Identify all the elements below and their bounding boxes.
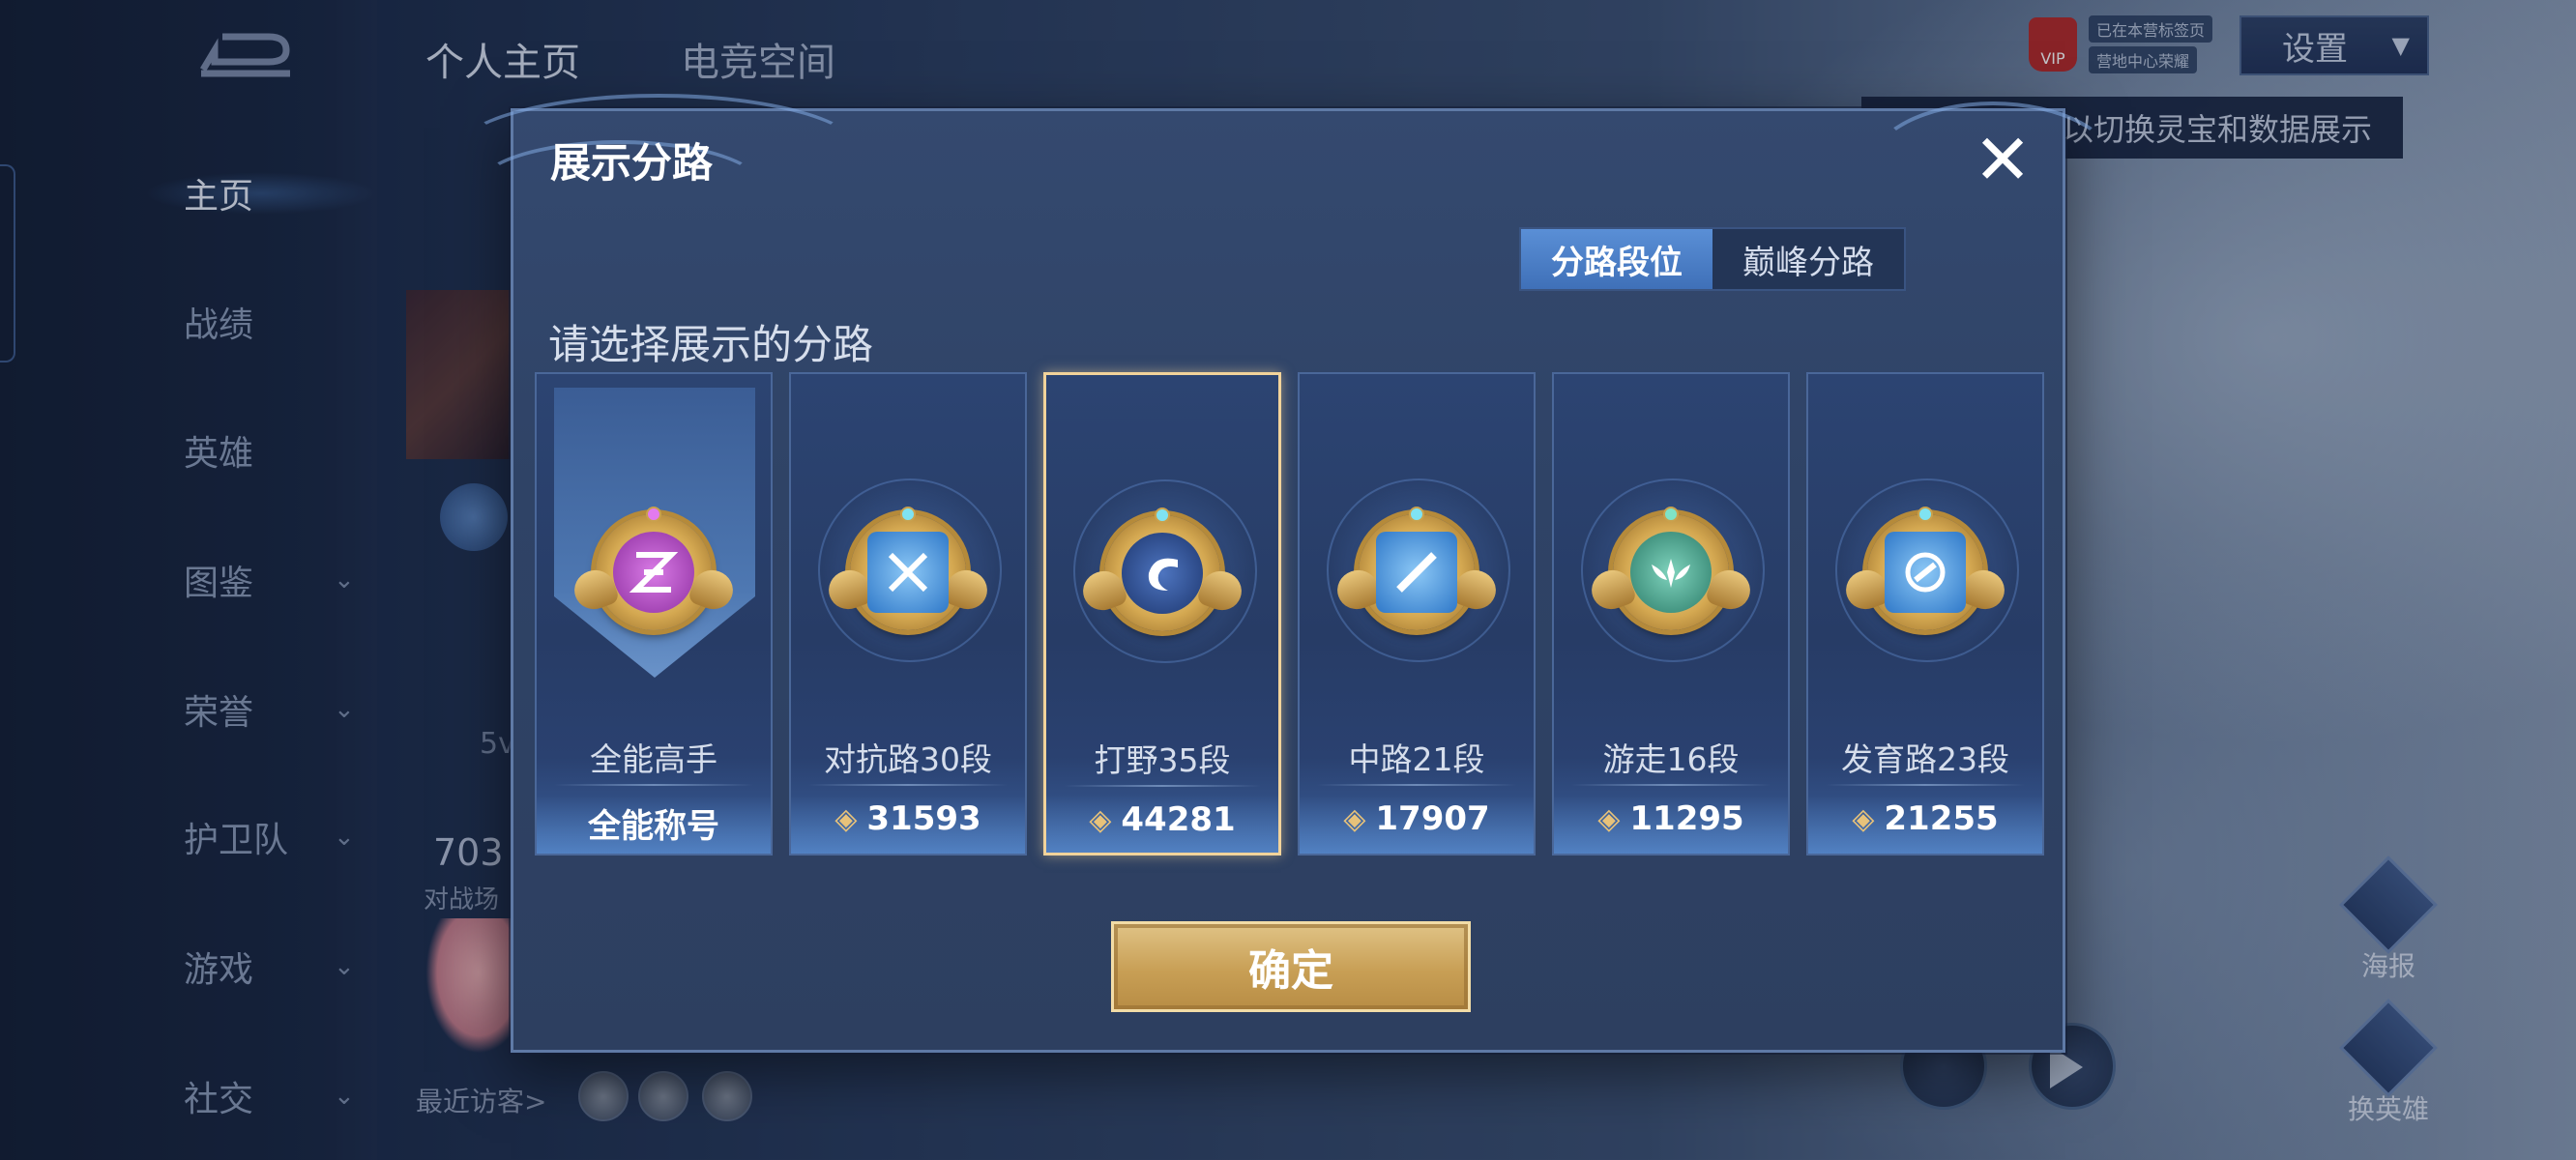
emblem-core bbox=[613, 532, 694, 613]
lane-type-toggle: 分路段位 巅峰分路 bbox=[1519, 227, 1906, 291]
jungle-dragon-emblem-icon bbox=[1077, 508, 1247, 631]
emblem-gem bbox=[646, 507, 661, 522]
lane-label: 全能高手 bbox=[590, 740, 717, 778]
select-lane-prompt: 请选择展示的分路 bbox=[548, 321, 874, 368]
close-icon[interactable]: ✕ bbox=[1966, 123, 2039, 196]
lane-score-value: 21255 bbox=[1884, 799, 1999, 838]
lane-score: ◈ 11295 bbox=[1554, 799, 1788, 838]
lane-card-all-round[interactable]: 全能高手 全能称号 bbox=[535, 372, 773, 856]
diagonal-slash-icon bbox=[1396, 552, 1437, 593]
farm-lane-emblem-icon bbox=[1840, 507, 2010, 630]
confirm-button[interactable]: 确定 bbox=[1111, 921, 1471, 1012]
points-icon: ◈ bbox=[834, 801, 858, 836]
points-icon: ◈ bbox=[1343, 801, 1366, 836]
emblem-gem bbox=[1155, 508, 1170, 523]
lane-card-mid[interactable]: 中路21段 ◈ 17907 bbox=[1298, 372, 1536, 856]
lane-score: ◈ 21255 bbox=[1808, 799, 2042, 838]
points-icon: ◈ bbox=[1597, 801, 1621, 836]
crossed-swords-icon bbox=[888, 552, 928, 593]
lane-score-value: 44281 bbox=[1121, 800, 1236, 839]
lane-label: 对抗路30段 bbox=[824, 740, 992, 778]
lane-label: 游走16段 bbox=[1602, 740, 1740, 778]
card-divider bbox=[1064, 785, 1261, 787]
lane-card-roam[interactable]: 游走16段 ◈ 11295 bbox=[1552, 372, 1790, 856]
card-divider bbox=[808, 784, 1008, 786]
wings-icon bbox=[1652, 559, 1690, 588]
lane-title-value: 全能称号 bbox=[588, 807, 719, 846]
mid-lane-emblem-icon bbox=[1332, 507, 1502, 630]
points-icon: ◈ bbox=[1852, 801, 1875, 836]
card-divider bbox=[1571, 784, 1771, 786]
card-divider bbox=[554, 784, 753, 786]
all-round-symbol-icon bbox=[629, 552, 679, 593]
dialog-title: 展示分路 bbox=[550, 139, 714, 187]
emblem-core bbox=[1376, 532, 1457, 613]
toggle-peak-lane[interactable]: 巅峰分路 bbox=[1712, 229, 1904, 289]
emblem-core bbox=[1122, 533, 1203, 614]
clash-lane-emblem-icon bbox=[823, 507, 993, 630]
lane-score: ◈ 17907 bbox=[1300, 799, 1534, 838]
lane-score: 全能称号 bbox=[537, 799, 771, 847]
lane-score-value: 31593 bbox=[866, 799, 981, 838]
lane-label: 打野35段 bbox=[1094, 741, 1231, 779]
roam-wings-emblem-icon bbox=[1586, 507, 1756, 630]
circle-slash-icon bbox=[1905, 552, 1946, 593]
card-divider bbox=[1317, 784, 1516, 786]
emblem-core bbox=[1630, 532, 1712, 613]
emblem-gem bbox=[1917, 507, 1933, 522]
lane-label: 发育路23段 bbox=[1841, 740, 2009, 778]
emblem-gem bbox=[1409, 507, 1424, 522]
emblem-core bbox=[867, 532, 949, 613]
lane-score-value: 11295 bbox=[1629, 799, 1744, 838]
emblem-core bbox=[1885, 532, 1966, 613]
lane-display-dialog: 展示分路 ✕ 分路段位 巅峰分路 请选择展示的分路 全能高手 全能称号 对抗路3… bbox=[455, 94, 2119, 1053]
lane-score: ◈ 31593 bbox=[791, 799, 1025, 838]
lane-card-jungle[interactable]: 打野35段 ◈ 44281 bbox=[1043, 372, 1281, 856]
lane-score: ◈ 44281 bbox=[1046, 800, 1278, 839]
card-divider bbox=[1826, 784, 2025, 786]
dragon-icon bbox=[1148, 558, 1178, 591]
all-round-emblem-icon bbox=[569, 507, 739, 630]
emblem-gem bbox=[900, 507, 916, 522]
points-icon: ◈ bbox=[1089, 802, 1112, 837]
lane-label: 中路21段 bbox=[1348, 740, 1485, 778]
lane-card-farm[interactable]: 发育路23段 ◈ 21255 bbox=[1806, 372, 2044, 856]
lane-score-value: 17907 bbox=[1375, 799, 1490, 838]
emblem-gem bbox=[1663, 507, 1679, 522]
toggle-lane-rank[interactable]: 分路段位 bbox=[1521, 229, 1712, 289]
lane-card-clash[interactable]: 对抗路30段 ◈ 31593 bbox=[789, 372, 1027, 856]
